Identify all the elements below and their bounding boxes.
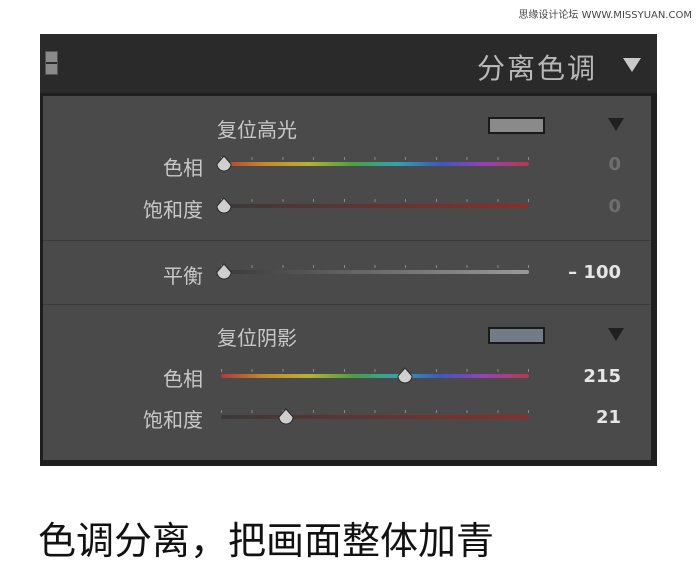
balance-value[interactable]: – 100 bbox=[531, 262, 621, 283]
highlights-disclosure-triangle-down-icon[interactable] bbox=[608, 118, 624, 131]
slider-thumb-icon[interactable] bbox=[396, 367, 414, 385]
shadows-color-swatch[interactable] bbox=[488, 327, 545, 344]
reset-shadows-button[interactable]: 复位阴影 bbox=[217, 322, 297, 351]
highlights-saturation-label: 饱和度 bbox=[143, 198, 203, 222]
highlights-saturation-value[interactable]: 0 bbox=[531, 196, 621, 217]
reset-highlights-button[interactable]: 复位高光 bbox=[217, 114, 297, 143]
panel-body: 复位高光 色相 0 饱和度 0 平衡 – 100 复位阴影 色相 215 饱和度… bbox=[43, 96, 651, 460]
highlights-color-swatch[interactable] bbox=[488, 117, 545, 134]
shadows-hue-slider[interactable] bbox=[221, 367, 529, 385]
shadows-saturation-label: 饱和度 bbox=[143, 408, 203, 432]
highlights-saturation-slider[interactable] bbox=[216, 197, 529, 214]
panel-collapse-icon[interactable] bbox=[45, 51, 58, 75]
highlights-hue-slider[interactable] bbox=[216, 155, 529, 172]
shadows-hue-label: 色相 bbox=[163, 367, 203, 391]
highlights-hue-value[interactable]: 0 bbox=[531, 154, 621, 175]
slider-thumb-icon[interactable] bbox=[215, 155, 233, 173]
panel-title: 分离色调 bbox=[476, 52, 597, 85]
triangle-down-icon[interactable] bbox=[623, 58, 641, 72]
balance-label: 平衡 bbox=[163, 264, 203, 288]
watermark: 思缘设计论坛 WWW.MISSYUAN.COM bbox=[518, 10, 692, 21]
caption: 色调分离，把画面整体加青 bbox=[38, 519, 495, 563]
panel-header[interactable]: 分离色调 bbox=[40, 34, 657, 93]
shadows-disclosure-triangle-down-icon[interactable] bbox=[608, 328, 624, 341]
split-toning-panel: 分离色调 复位高光 色相 0 饱和度 0 平衡 – 100 复位阴影 色相 21… bbox=[40, 34, 657, 466]
shadows-saturation-slider[interactable] bbox=[221, 408, 529, 426]
shadows-hue-value[interactable]: 215 bbox=[531, 366, 621, 387]
slider-thumb-icon[interactable] bbox=[215, 263, 233, 281]
slider-thumb-icon[interactable] bbox=[277, 408, 295, 426]
balance-slider[interactable] bbox=[216, 263, 529, 280]
highlights-hue-label: 色相 bbox=[163, 156, 203, 180]
slider-thumb-icon[interactable] bbox=[215, 197, 233, 215]
divider bbox=[43, 304, 651, 305]
divider bbox=[43, 240, 651, 241]
shadows-saturation-value[interactable]: 21 bbox=[531, 407, 621, 428]
